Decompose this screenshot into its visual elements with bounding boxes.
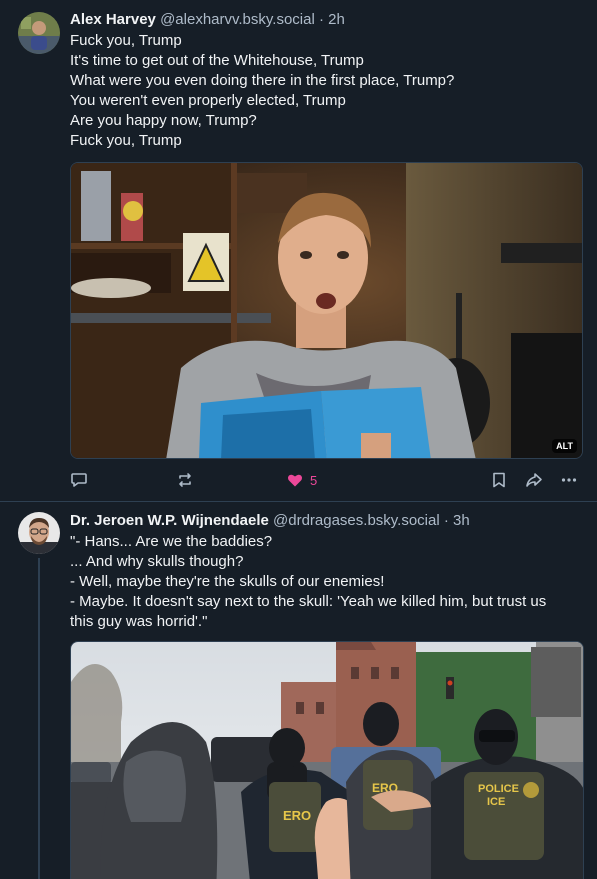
- post-text-line: - Well, maybe they're the skulls of our …: [70, 573, 385, 590]
- post-text-line: this guy was horrid'.": [70, 613, 208, 630]
- post[interactable]: Dr. Jeroen W.P. Wijnendaele @drdragases.…: [0, 502, 597, 879]
- post-actions: 5: [70, 468, 583, 492]
- avatar[interactable]: [18, 512, 60, 554]
- like-count: 5: [310, 472, 318, 488]
- post-text-line: You weren't even properly elected, Trump: [70, 92, 346, 109]
- heart-icon: [288, 474, 302, 487]
- like-button[interactable]: 5: [286, 468, 317, 492]
- bookmark-icon: [493, 472, 505, 488]
- reply-icon: [71, 473, 87, 487]
- post-image[interactable]: ERO ERO POLICE ICE: [70, 641, 584, 879]
- separator: ·: [318, 11, 324, 28]
- vest-label: ERO: [283, 808, 311, 823]
- thread-line: [38, 558, 40, 879]
- post-content: Dr. Jeroen W.P. Wijnendaele @drdragases.…: [70, 511, 583, 632]
- reply-button[interactable]: [70, 468, 88, 492]
- post-header: Dr. Jeroen W.P. Wijnendaele @drdragases.…: [70, 511, 583, 531]
- repost-icon: [179, 473, 191, 487]
- post-text: Fuck you, Trump It's time to get out of …: [70, 31, 583, 151]
- post-image[interactable]: ALT: [70, 162, 583, 459]
- feed: Alex Harvey @alexharvv.bsky.social · 2h …: [0, 0, 597, 879]
- timestamp[interactable]: 3h: [453, 512, 470, 529]
- repost-button[interactable]: [176, 468, 194, 492]
- timestamp[interactable]: 2h: [328, 11, 345, 28]
- video-still-image: [71, 163, 582, 458]
- separator: ·: [443, 512, 449, 529]
- post-text-line: - Maybe. It doesn't say next to the skul…: [70, 593, 547, 610]
- post-text-line: ... And why skulls though?: [70, 553, 244, 570]
- alt-text-badge[interactable]: ALT: [552, 439, 577, 453]
- post-text-line: Fuck you, Trump: [70, 32, 182, 49]
- more-options-button[interactable]: [560, 468, 578, 492]
- vest-label: POLICE: [478, 783, 519, 795]
- post-text-line: It's time to get out of the Whitehouse, …: [70, 52, 364, 69]
- post-text-line: Fuck you, Trump: [70, 132, 182, 149]
- bookmark-button[interactable]: [490, 468, 508, 492]
- more-icon: [561, 478, 577, 482]
- post-header: Alex Harvey @alexharvv.bsky.social · 2h: [70, 10, 583, 30]
- photo-image: ERO ERO POLICE ICE: [71, 642, 583, 879]
- author-name[interactable]: Dr. Jeroen W.P. Wijnendaele: [70, 512, 269, 529]
- author-handle[interactable]: @alexharvv.bsky.social: [160, 11, 315, 28]
- share-icon: [526, 473, 542, 487]
- post-content: Alex Harvey @alexharvv.bsky.social · 2h …: [70, 10, 583, 151]
- vest-label: ICE: [487, 796, 505, 808]
- share-button[interactable]: [525, 468, 543, 492]
- post-text-line: What were you even doing there in the fi…: [70, 72, 455, 89]
- author-name[interactable]: Alex Harvey: [70, 11, 156, 28]
- post[interactable]: Alex Harvey @alexharvv.bsky.social · 2h …: [0, 0, 597, 502]
- post-text-line: "- Hans... Are we the baddies?: [70, 533, 273, 550]
- author-handle[interactable]: @drdragases.bsky.social: [273, 512, 440, 529]
- post-text-line: Are you happy now, Trump?: [70, 112, 257, 129]
- post-text: "- Hans... Are we the baddies? ... And w…: [70, 532, 583, 632]
- avatar[interactable]: [18, 12, 60, 54]
